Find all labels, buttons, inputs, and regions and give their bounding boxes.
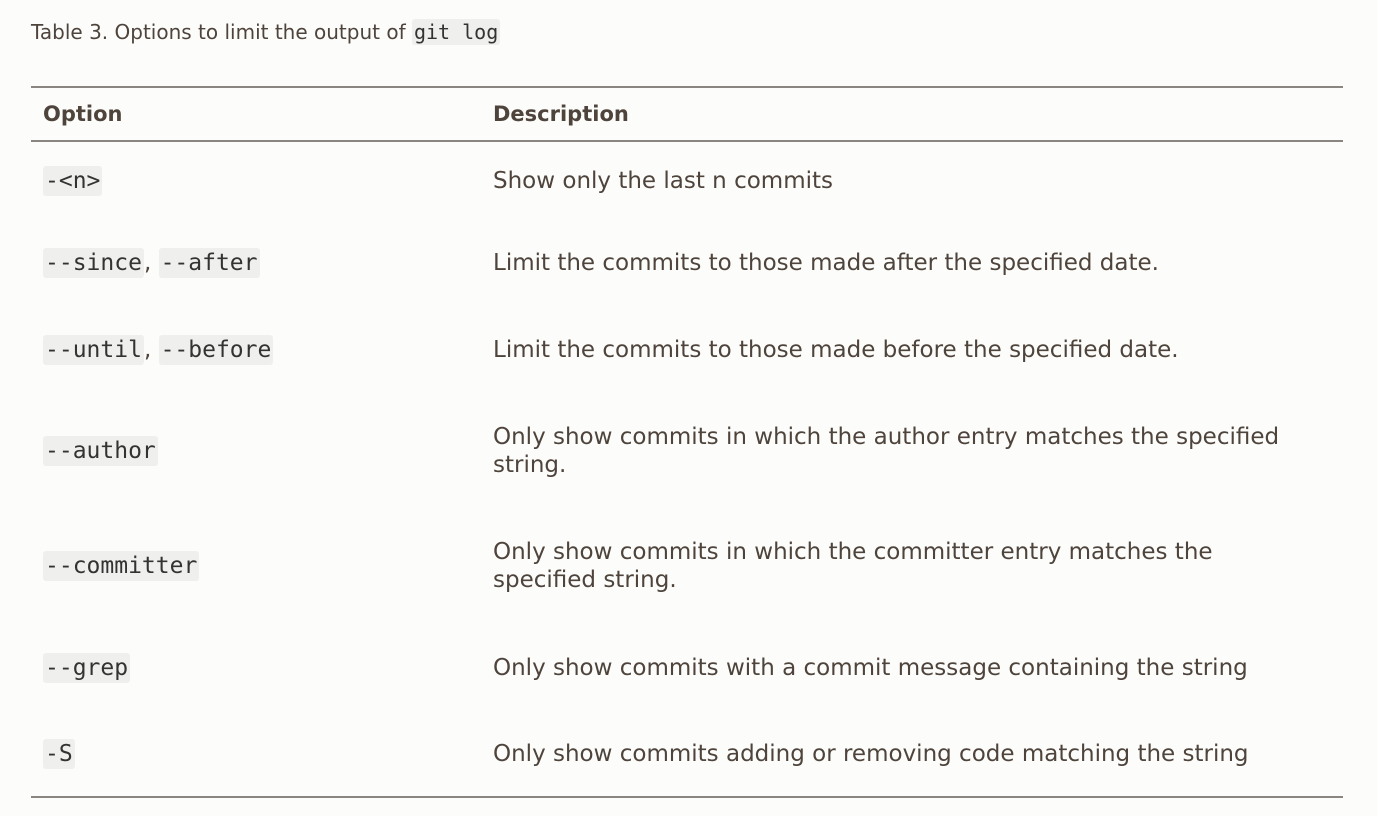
option-flag: --until (43, 334, 144, 365)
table-row: --author Only show commits in which the … (31, 393, 1343, 508)
option-cell: --grep (31, 624, 467, 711)
option-cell: --until, --before (31, 306, 467, 393)
caption-code: git log (411, 19, 501, 45)
option-cell: --author (31, 393, 467, 508)
options-table: Option Description -<n> Show only the la… (31, 86, 1343, 798)
description-cell: Only show commits in which the committer… (493, 539, 1213, 593)
description-cell: Only show commits with a commit message … (493, 654, 1248, 681)
table-caption: Table 3. Options to limit the output of … (31, 18, 501, 46)
table-row: -<n> Show only the last n commits (31, 141, 1343, 219)
table-row: --grep Only show commits with a commit m… (31, 624, 1343, 711)
table-row: --committer Only show commits in which t… (31, 508, 1343, 624)
caption-text: Table 3. Options to limit the output of (31, 20, 412, 44)
option-separator: , (143, 249, 159, 276)
description-cell: Limit the commits to those made before t… (493, 336, 1179, 363)
option-cell: --committer (31, 508, 467, 624)
table-row: --until, --before Limit the commits to t… (31, 306, 1343, 393)
description-cell: Only show commits in which the author en… (493, 423, 1280, 478)
option-cell: --since, --after (31, 219, 467, 306)
option-flag: -<n> (43, 165, 103, 196)
table-row: --since, --after Limit the commits to th… (31, 219, 1343, 306)
option-flag: --before (158, 334, 274, 365)
description-cell: Only show commits adding or removing cod… (493, 740, 1249, 767)
option-cell: -S (31, 711, 467, 797)
table-header-row: Option Description (31, 87, 1343, 142)
header-description: Description (467, 87, 1343, 142)
option-flag: --grep (43, 652, 131, 683)
option-flag: --author (43, 435, 158, 466)
option-flag: --since (43, 247, 144, 278)
option-flag: -S (43, 738, 75, 769)
description-cell: Show only the last n commits (493, 167, 833, 194)
option-separator: , (143, 336, 159, 363)
option-cell: -<n> (31, 141, 467, 219)
table-row: -S Only show commits adding or removing … (31, 711, 1343, 797)
header-option: Option (31, 87, 467, 142)
option-flag: --committer (43, 551, 200, 581)
description-cell: Limit the commits to those made after th… (493, 249, 1159, 276)
option-flag: --after (158, 247, 260, 278)
